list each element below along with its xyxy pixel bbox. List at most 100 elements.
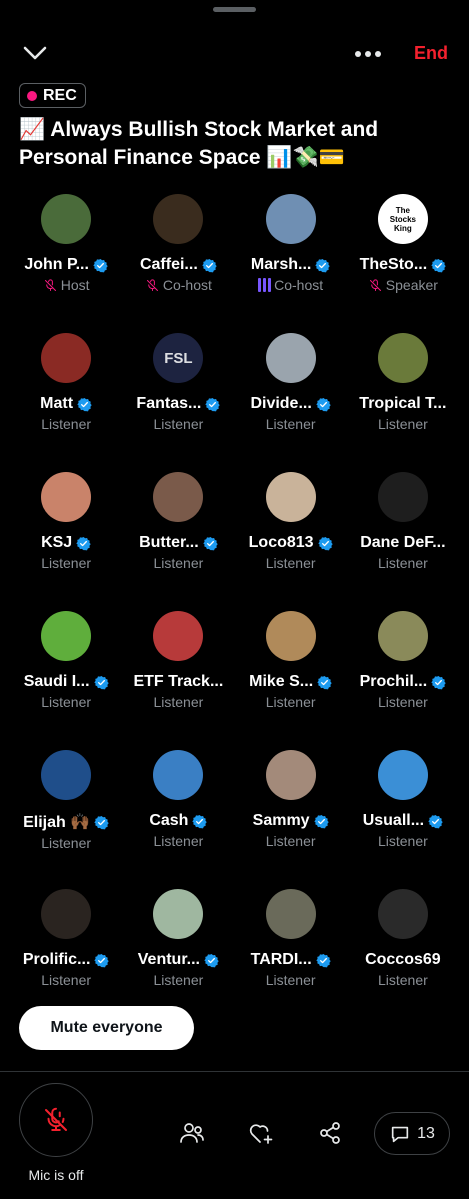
participant-tile[interactable]: Usuall... Listener bbox=[347, 746, 459, 885]
participant-tile[interactable]: Mike S... Listener bbox=[235, 607, 347, 746]
participant-tile[interactable]: Caffei... Co-host bbox=[122, 190, 234, 329]
avatar[interactable] bbox=[265, 194, 316, 244]
participant-role: Listener bbox=[377, 833, 428, 849]
divider bbox=[0, 1071, 469, 1072]
verified-badge-icon bbox=[93, 258, 108, 273]
participant-tile[interactable]: Cash Listener bbox=[122, 746, 234, 885]
avatar[interactable] bbox=[377, 333, 428, 383]
avatar[interactable] bbox=[153, 472, 204, 522]
avatar[interactable] bbox=[265, 333, 316, 383]
avatar[interactable] bbox=[41, 750, 92, 800]
participant-name: Tropical T... bbox=[359, 395, 447, 412]
participant-tile[interactable]: Prolific... Listener bbox=[10, 885, 122, 1024]
speaking-indicator-icon bbox=[258, 278, 272, 292]
end-button[interactable]: End bbox=[414, 43, 448, 64]
recording-dot-icon bbox=[27, 90, 37, 101]
mic-toggle-button[interactable] bbox=[19, 1083, 93, 1157]
avatar[interactable] bbox=[153, 611, 204, 661]
participant-name: Usuall... bbox=[363, 812, 443, 830]
participant-name: Coccos69 bbox=[365, 951, 441, 968]
participant-tile[interactable]: Ventur... Listener bbox=[122, 885, 234, 1024]
participant-name: Marsh... bbox=[251, 256, 331, 274]
avatar[interactable]: FSL bbox=[153, 333, 204, 383]
avatar[interactable] bbox=[265, 472, 316, 522]
mute-everyone-button[interactable]: Mute everyone bbox=[19, 1006, 194, 1050]
avatar[interactable] bbox=[377, 611, 428, 661]
verified-badge-icon bbox=[428, 814, 443, 829]
avatar[interactable] bbox=[377, 750, 428, 800]
participant-tile[interactable]: KSJ Listener bbox=[10, 468, 122, 607]
participant-tile[interactable]: The Stocks King TheSto... Speaker bbox=[347, 190, 459, 329]
participant-tile[interactable]: Elijah 🙌🏾 Listener bbox=[10, 746, 122, 885]
avatar[interactable] bbox=[41, 194, 92, 244]
participant-role: Listener bbox=[153, 694, 204, 710]
avatar[interactable] bbox=[153, 889, 204, 939]
avatar[interactable] bbox=[41, 333, 92, 383]
verified-badge-icon bbox=[431, 258, 446, 273]
chevron-down-icon[interactable] bbox=[20, 40, 50, 66]
verified-badge-icon bbox=[316, 397, 331, 412]
avatar[interactable] bbox=[41, 611, 92, 661]
participant-name: Caffei... bbox=[140, 256, 217, 274]
participant-tile[interactable]: Loco813 Listener bbox=[235, 468, 347, 607]
avatar[interactable] bbox=[41, 472, 92, 522]
avatar[interactable] bbox=[377, 889, 428, 939]
participant-name: John P... bbox=[24, 256, 108, 274]
mic-status-label: Mic is off bbox=[28, 1167, 84, 1183]
participant-tile[interactable]: Saudi I... Listener bbox=[10, 607, 122, 746]
drag-handle[interactable] bbox=[213, 7, 256, 12]
people-icon[interactable] bbox=[177, 1118, 207, 1148]
verified-badge-icon bbox=[315, 953, 331, 968]
participant-tile[interactable]: John P... Host bbox=[10, 190, 122, 329]
participant-name: Fantas... bbox=[136, 395, 221, 413]
participant-tile[interactable]: Dane DeF... Listener bbox=[347, 468, 459, 607]
participant-role: Listener bbox=[153, 833, 204, 849]
participant-tile[interactable]: Prochil... Listener bbox=[347, 607, 459, 746]
participant-name: Ventur... bbox=[138, 951, 219, 969]
avatar[interactable] bbox=[377, 472, 428, 522]
participant-tile[interactable]: ETF Track... Listener bbox=[122, 607, 234, 746]
participant-tile[interactable]: Marsh... Co-host bbox=[235, 190, 347, 329]
participant-tile[interactable]: Tropical T... Listener bbox=[347, 329, 459, 468]
top-bar: End bbox=[0, 36, 469, 72]
verified-badge-icon bbox=[76, 536, 91, 551]
share-icon[interactable] bbox=[315, 1118, 345, 1148]
participant-name: Prolific... bbox=[23, 951, 110, 969]
participant-role: Co-host bbox=[145, 277, 212, 293]
verified-badge-icon bbox=[202, 536, 218, 551]
participant-tile[interactable]: Butter... Listener bbox=[122, 468, 234, 607]
participant-tile[interactable]: TARDI... Listener bbox=[235, 885, 347, 1024]
more-icon[interactable] bbox=[350, 42, 386, 66]
avatar[interactable] bbox=[153, 194, 204, 244]
mic-off-icon bbox=[43, 278, 58, 293]
participant-role: Co-host bbox=[258, 277, 323, 293]
verified-badge-icon bbox=[204, 953, 219, 968]
participant-tile[interactable]: Sammy Listener bbox=[235, 746, 347, 885]
participant-role: Listener bbox=[41, 416, 92, 432]
mic-off-icon bbox=[145, 278, 160, 293]
participant-tile[interactable]: Coccos69 Listener bbox=[347, 885, 459, 1024]
mic-off-icon bbox=[45, 1107, 67, 1131]
participant-role: Listener bbox=[41, 555, 92, 571]
participant-name: Matt bbox=[40, 395, 92, 413]
avatar[interactable] bbox=[265, 889, 316, 939]
participant-role: Listener bbox=[153, 972, 204, 988]
verified-badge-icon bbox=[192, 814, 208, 829]
avatar[interactable]: The Stocks King bbox=[377, 194, 428, 244]
participant-tile[interactable]: FSL Fantas... Listener bbox=[122, 329, 234, 468]
participant-name: Dane DeF... bbox=[360, 534, 446, 551]
avatar[interactable] bbox=[41, 889, 92, 939]
avatar[interactable] bbox=[265, 750, 316, 800]
heart-plus-icon[interactable] bbox=[246, 1118, 276, 1148]
participant-role: Listener bbox=[377, 694, 428, 710]
verified-badge-icon bbox=[317, 675, 332, 690]
participant-name: KSJ bbox=[41, 534, 91, 552]
comments-button[interactable]: 13 bbox=[374, 1112, 450, 1155]
participant-tile[interactable]: Divide... Listener bbox=[235, 329, 347, 468]
verified-badge-icon bbox=[315, 258, 331, 273]
avatar[interactable] bbox=[265, 611, 316, 661]
participant-role: Speaker bbox=[368, 277, 438, 293]
verified-badge-icon bbox=[94, 815, 109, 830]
participant-tile[interactable]: Matt Listener bbox=[10, 329, 122, 468]
avatar[interactable] bbox=[153, 750, 204, 800]
